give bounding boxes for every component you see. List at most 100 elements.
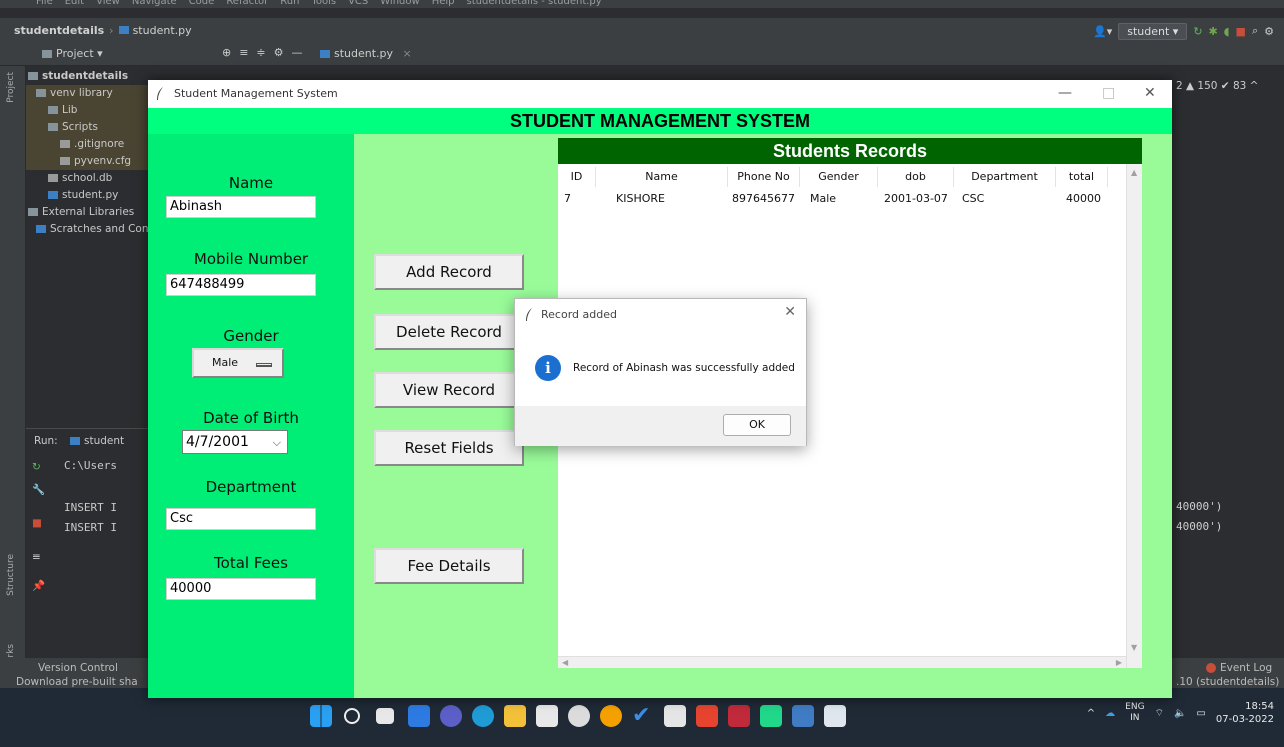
inspections-widget[interactable]: 2 ▲ 150 ✔ 83 ^ [1176,80,1258,92]
search-icon[interactable]: ⌕ [1252,24,1258,38]
department-field[interactable]: Csc [166,508,316,530]
tkinter-app-icon[interactable] [824,705,846,727]
reset-fields-button[interactable]: Reset Fields [374,430,524,466]
settings-icon[interactable]: ⚙ [1264,25,1274,38]
search-icon[interactable] [344,708,360,724]
teams-chat-icon[interactable] [440,705,462,727]
run-icon[interactable]: ↻ [1193,25,1202,38]
tree-item-venv[interactable]: venv library [26,85,148,102]
mixer-icon[interactable] [664,705,686,727]
pycharm-icon[interactable] [760,705,782,727]
task-view-icon[interactable] [376,708,394,724]
column-header-id[interactable]: ID [558,167,596,187]
strip-structure[interactable]: Structure [6,554,16,596]
view-record-button[interactable]: View Record [374,372,524,408]
menu-item[interactable]: Window [380,0,419,7]
clock[interactable]: 18:54 07-03-2022 [1216,700,1274,726]
mobile-field[interactable]: 647488499 [166,274,316,296]
dob-date-picker[interactable]: 4/7/2001 ⌵ [182,430,288,454]
run-configuration-select[interactable]: student ▾ [1118,22,1188,40]
chevron-down-icon[interactable]: ⌵ [273,434,281,452]
menu-item[interactable]: Help [432,0,455,7]
todo-icon[interactable]: ✔ [632,705,654,727]
column-header-total[interactable]: total [1056,167,1108,187]
column-header-dob[interactable]: dob [878,167,954,187]
edge-icon[interactable] [472,705,494,727]
column-header-gender[interactable]: Gender [800,167,878,187]
tree-item-scratches[interactable]: Scratches and Consoles [26,221,148,238]
scroll-down-icon[interactable]: ▼ [1131,643,1137,652]
close-icon[interactable]: ✕ [784,304,796,320]
event-log-tab[interactable]: Event Log [1206,662,1272,674]
window-titlebar[interactable]: Student Management System — □ ✕ [148,80,1172,108]
start-icon[interactable] [310,705,332,727]
stop-run-icon[interactable]: ■ [32,517,42,529]
widgets-icon[interactable] [408,705,430,727]
menu-item[interactable]: Run [280,0,299,7]
scroll-right-icon[interactable]: ▶ [1116,658,1122,667]
project-view-select[interactable]: Project ▾ [42,47,103,60]
openai-icon[interactable] [568,705,590,727]
maximize-icon[interactable]: □ [1102,85,1115,101]
battery-icon[interactable]: ▭ [1196,708,1205,719]
close-tab-icon[interactable]: × [403,47,412,60]
gender-option-menu[interactable]: Male [192,348,284,378]
minimize-icon[interactable]: — [1058,85,1072,101]
menu-item[interactable]: Navigate [132,0,177,7]
run-tab[interactable]: student [70,435,124,447]
column-header-name[interactable]: Name [596,167,728,187]
menu-item[interactable]: VCS [348,0,368,7]
pin-icon[interactable]: 📌 [32,579,45,592]
menu-item[interactable]: File [36,0,53,7]
python-icon[interactable] [792,705,814,727]
rerun-icon[interactable]: ↻ [32,461,41,473]
fee-details-button[interactable]: Fee Details [374,548,524,584]
close-icon[interactable]: ✕ [1144,85,1156,101]
tree-item-gitignore[interactable]: .gitignore [26,136,148,153]
tray-chevron-icon[interactable]: ^ [1087,708,1095,719]
wifi-icon[interactable]: ⌔ [1155,707,1164,720]
wps-icon[interactable] [696,705,718,727]
wrench-icon[interactable]: 🔧 [32,483,45,496]
tree-item-lib[interactable]: Lib [26,102,148,119]
tree-actions[interactable]: ⊕≡≑⚙— [222,46,311,59]
menu-item[interactable]: studentdetails - student.py [467,0,602,7]
scroll-left-icon[interactable]: ◀ [562,658,568,667]
tree-item-pyvenv[interactable]: pyvenv.cfg [26,153,148,170]
name-field[interactable]: Abinash [166,196,316,218]
stop-icon[interactable]: ■ [1236,25,1246,38]
scroll-up-icon[interactable]: ▲ [1131,168,1137,177]
file-explorer-icon[interactable] [504,705,526,727]
tree-item-scripts[interactable]: Scripts [26,119,148,136]
volume-icon[interactable]: 🔈 [1174,708,1186,719]
interpreter-status[interactable]: .10 (studentdetails) [1176,676,1279,688]
version-control-tab[interactable]: Version Control [38,662,118,674]
column-header-phone[interactable]: Phone No [728,167,800,187]
store-icon[interactable] [536,705,558,727]
vcs-user-icon[interactable]: 👤▾ [1093,25,1112,38]
vertical-scrollbar[interactable]: ▲ ▼ [1126,164,1142,668]
editor-tab[interactable]: student.py × [320,47,412,60]
menu-item[interactable]: Tools [311,0,336,7]
menu-item[interactable]: View [96,0,120,7]
fees-field[interactable]: 40000 [166,578,316,600]
tree-item-external-libraries[interactable]: External Libraries [26,204,148,221]
layout-icon[interactable]: ≡ [32,551,41,563]
menu-item[interactable]: Refactor [226,0,268,7]
column-header-department[interactable]: Department [954,167,1056,187]
menu-item[interactable]: Edit [65,0,84,7]
ok-button[interactable]: OK [723,414,791,436]
chrome-icon[interactable] [600,705,622,727]
delete-record-button[interactable]: Delete Record [374,314,524,350]
coverage-icon[interactable]: ◖ [1224,25,1230,38]
breadcrumb-file[interactable]: student.py [133,24,192,37]
horizontal-scrollbar[interactable]: ◀ ▶ [558,656,1126,668]
menu-item[interactable]: Code [189,0,215,7]
debug-icon[interactable]: ✱ [1209,25,1218,38]
onedrive-icon[interactable]: ☁ [1105,708,1115,719]
breadcrumb-project[interactable]: studentdetails [14,24,104,37]
tree-item-school-db[interactable]: school.db [26,170,148,187]
language-indicator[interactable]: ENG IN [1125,702,1144,724]
strip-project[interactable]: Project [6,72,16,103]
tree-item-student-py[interactable]: student.py [26,187,148,204]
